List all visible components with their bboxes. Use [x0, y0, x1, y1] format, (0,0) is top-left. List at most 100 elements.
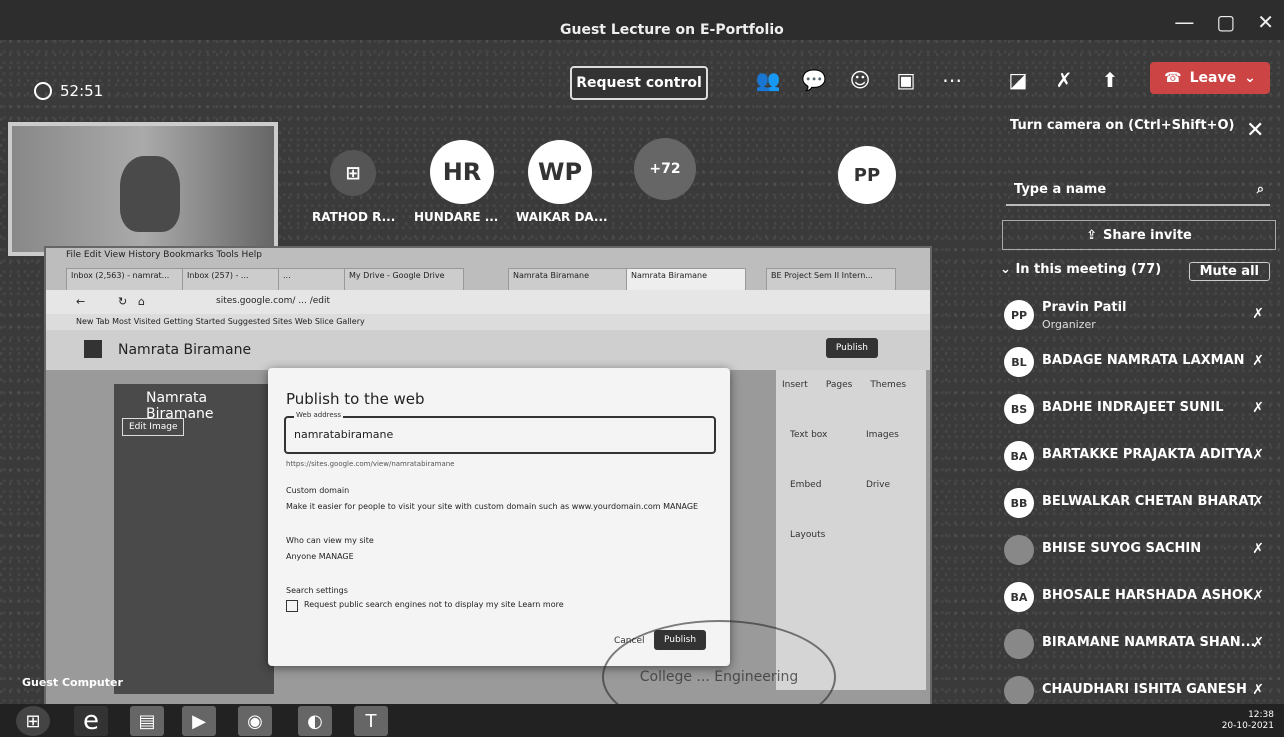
search-checkbox[interactable]: [286, 600, 298, 612]
chevron-down-icon[interactable]: ⌄: [1244, 70, 1256, 86]
avatar: [1004, 629, 1034, 659]
mic-off-icon[interactable]: ✗: [1252, 400, 1264, 416]
minimize-icon[interactable]: —: [1174, 10, 1194, 34]
rooms-icon[interactable]: ▣: [892, 66, 920, 94]
teams-icon[interactable]: T: [354, 706, 388, 736]
ie-icon[interactable]: e: [74, 706, 108, 736]
mute-all-button[interactable]: Mute all: [1188, 262, 1270, 281]
explorer-icon[interactable]: ▤: [130, 706, 164, 736]
phone-icon: ☎: [1164, 70, 1182, 86]
close-icon[interactable]: ✕: [1257, 10, 1274, 34]
camera-off-icon[interactable]: ◪: [1004, 66, 1032, 94]
site-title: Namrata Biramane: [118, 342, 252, 358]
participant-silhouette: [120, 156, 180, 232]
insert-layouts[interactable]: Layouts: [790, 530, 825, 540]
list-item[interactable]: BIRAMANE NAMRATA SHAN... ✗: [998, 621, 1280, 668]
publish-button[interactable]: Publish: [825, 338, 878, 358]
field-value[interactable]: namratabiramane: [294, 428, 393, 441]
avatar-grid-icon[interactable]: ⊞: [330, 150, 376, 196]
bookmarks-text[interactable]: New Tab Most Visited Getting Started Sug…: [76, 317, 365, 326]
close-panel-icon[interactable]: ✕: [1246, 118, 1264, 143]
tab-themes[interactable]: Themes: [870, 380, 906, 390]
mic-off-icon[interactable]: ✗: [1252, 353, 1264, 369]
maximize-icon[interactable]: ▢: [1216, 10, 1235, 34]
edit-image-button[interactable]: Edit Image: [122, 418, 185, 436]
guest-computer-label: Guest Computer: [22, 676, 123, 689]
participant-avatar[interactable]: PP: [838, 146, 896, 204]
chat-icon[interactable]: 💬: [800, 66, 828, 94]
list-item[interactable]: BB BELWALKAR CHETAN BHARAT ✗: [998, 480, 1280, 527]
mic-off-icon[interactable]: ✗: [1252, 447, 1264, 463]
leave-button[interactable]: ☎ Leave ⌄: [1150, 62, 1270, 94]
browser-tab[interactable]: Inbox (2,563) - namrat...: [66, 268, 186, 292]
home-icon[interactable]: ⌂: [138, 295, 145, 308]
mic-off-icon[interactable]: ✗: [1252, 635, 1264, 651]
insert-embed[interactable]: Embed: [790, 480, 821, 490]
bookmarks-bar: New Tab Most Visited Getting Started Sug…: [46, 314, 930, 330]
back-icon[interactable]: ←: [76, 295, 85, 308]
reactions-icon[interactable]: ☺: [846, 66, 874, 94]
insert-drive[interactable]: Drive: [866, 480, 890, 490]
mic-off-icon[interactable]: ✗: [1252, 494, 1264, 510]
sites-header: Namrata Biramane Publish: [46, 330, 930, 370]
browser-tab[interactable]: Inbox (257) - ...: [182, 268, 282, 292]
more-participants-badge[interactable]: +72: [634, 138, 696, 200]
browser-tab-active[interactable]: Namrata Biramane: [626, 268, 746, 292]
tab-insert[interactable]: Insert: [782, 380, 808, 390]
url-text[interactable]: sites.google.com/ ... /edit: [216, 296, 736, 306]
search-input[interactable]: Type a name: [1014, 182, 1106, 197]
sites-logo-icon: [84, 340, 102, 358]
people-icon[interactable]: 👥: [754, 66, 782, 94]
refresh-icon[interactable]: ↻: [118, 295, 127, 308]
share-invite-label: Share invite: [1103, 227, 1192, 243]
avatar: [1004, 676, 1034, 706]
in-meeting-label[interactable]: In this meeting (77): [1015, 262, 1161, 277]
participant-search[interactable]: Type a name ⌕: [1006, 178, 1270, 206]
window-controls: — ▢ ✕: [1174, 10, 1274, 34]
start-icon[interactable]: ⊞: [16, 706, 50, 736]
browser-tab[interactable]: My Drive - Google Drive: [344, 268, 464, 292]
mic-off-icon[interactable]: ✗: [1050, 66, 1078, 94]
list-item[interactable]: BL BADAGE NAMRATA LAXMAN ✗: [998, 339, 1280, 386]
browser-menubar[interactable]: File Edit View History Bookmarks Tools H…: [66, 250, 262, 260]
mic-off-icon[interactable]: ✗: [1252, 588, 1264, 604]
more-actions-icon[interactable]: ⋯: [938, 66, 966, 94]
firefox-icon[interactable]: ◐: [298, 706, 332, 736]
camera-tooltip: Turn camera on (Ctrl+Shift+O): [1010, 118, 1235, 133]
share-icon: ⇪: [1086, 227, 1098, 243]
share-screen-icon[interactable]: ⬆: [1096, 66, 1124, 94]
leave-label: Leave: [1189, 70, 1237, 86]
meeting-timer: 52:51: [34, 82, 103, 100]
site-preview: Namrata Biramane Edit Image: [114, 384, 274, 694]
participant-avatar[interactable]: WP: [528, 140, 592, 204]
list-item[interactable]: PP Pravin Patil Organizer ✗: [998, 292, 1280, 339]
list-item[interactable]: BS BADHE INDRAJEET SUNIL ✗: [998, 386, 1280, 433]
list-item[interactable]: BA BHOSALE HARSHADA ASHOK ✗: [998, 574, 1280, 621]
custom-domain-heading: Custom domain: [286, 486, 350, 495]
system-clock[interactable]: 12:38 20-10-2021: [1222, 710, 1274, 732]
request-control-button[interactable]: Request control: [570, 66, 708, 100]
mic-off-icon[interactable]: ✗: [1252, 541, 1264, 557]
insert-textbox[interactable]: Text box: [790, 430, 827, 440]
media-player-icon[interactable]: ▶: [182, 706, 216, 736]
web-address-field[interactable]: Web address namratabiramane: [284, 411, 716, 454]
participant-avatar[interactable]: HR: [430, 140, 494, 204]
dialog-title: Publish to the web: [286, 390, 425, 408]
participant-name: BARTAKKE PRAJAKTA ADITYA: [1042, 447, 1253, 462]
list-item[interactable]: BA BARTAKKE PRAJAKTA ADITYA ✗: [998, 433, 1280, 480]
list-item[interactable]: BHISE SUYOG SACHIN ✗: [998, 527, 1280, 574]
participant-name: Pravin Patil: [1042, 300, 1127, 315]
chevron-down-icon[interactable]: ⌄: [1000, 262, 1011, 277]
chrome-icon[interactable]: ◉: [238, 706, 272, 736]
share-invite-button[interactable]: ⇪ Share invite: [1002, 220, 1276, 250]
window-title: Guest Lecture on E-Portfolio: [560, 22, 784, 38]
address-bar[interactable]: ← ↻ ⌂ sites.google.com/ ... /edit: [46, 290, 930, 314]
timer-text: 52:51: [60, 82, 104, 100]
insert-images[interactable]: Images: [866, 430, 899, 440]
browser-tab[interactable]: BE Project Sem II Intern...: [766, 268, 896, 292]
browser-tab[interactable]: ...: [278, 268, 348, 292]
mic-off-icon[interactable]: ✗: [1252, 682, 1264, 698]
browser-tab[interactable]: Namrata Biramane: [508, 268, 628, 292]
mic-off-icon[interactable]: ✗: [1252, 306, 1264, 322]
tab-pages[interactable]: Pages: [826, 380, 852, 390]
